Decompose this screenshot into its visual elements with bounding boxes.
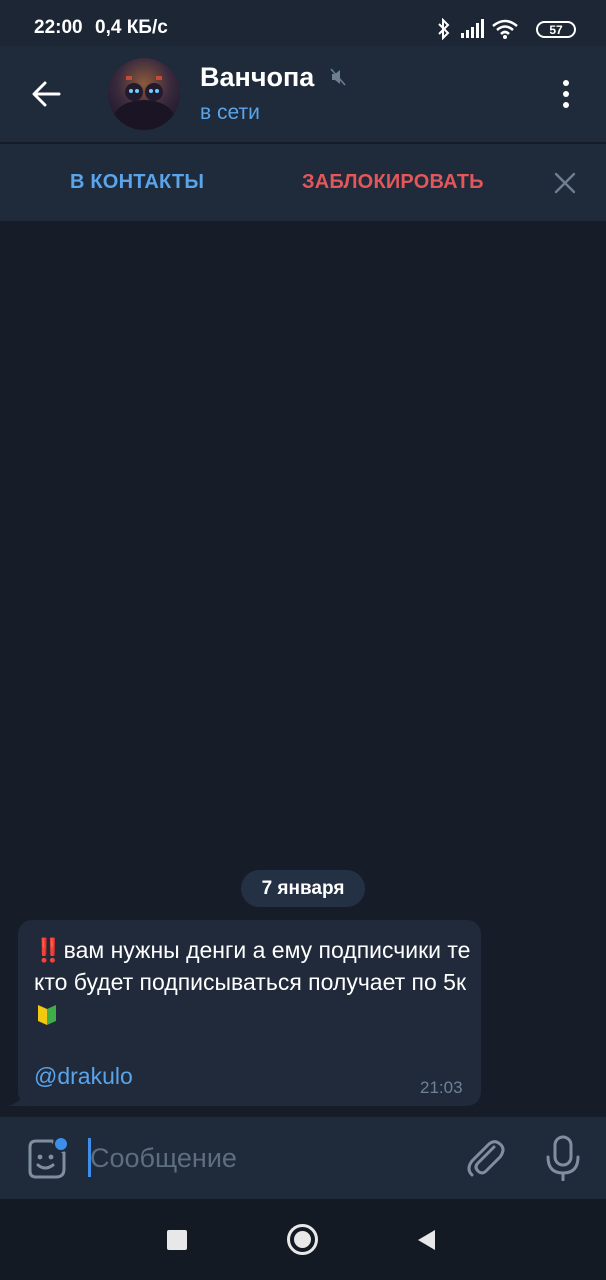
- home-icon[interactable]: [287, 1224, 318, 1255]
- more-menu-button[interactable]: [550, 74, 582, 114]
- online-status: в сети: [200, 101, 260, 124]
- chat-title[interactable]: Ванчопа: [200, 62, 314, 93]
- message-time: 21:03: [420, 1078, 463, 1097]
- mute-icon: [330, 68, 346, 86]
- contact-action-bar: В КОНТАКТЫ ЗАБЛОКИРОВАТЬ: [0, 143, 606, 221]
- text-cursor: [88, 1138, 91, 1177]
- avatar[interactable]: [108, 58, 180, 130]
- attach-icon[interactable]: [462, 1135, 508, 1181]
- status-time: 22:00: [34, 17, 83, 38]
- status-icons: 57: [436, 18, 576, 42]
- status-network-speed: 0,4 КБ/с: [95, 17, 168, 38]
- message-input[interactable]: [88, 1137, 438, 1179]
- add-to-contacts-button[interactable]: В КОНТАКТЫ: [70, 171, 204, 194]
- double-exclamation-emoji: ‼️: [34, 937, 63, 963]
- message-body: вам нужны денги а ему подписчики те кто …: [34, 937, 471, 995]
- more-vert-icon: [563, 80, 569, 86]
- close-icon[interactable]: [552, 170, 578, 196]
- bluetooth-icon: [438, 18, 450, 40]
- date-separator: 7 января: [241, 870, 365, 907]
- back-button[interactable]: [22, 72, 70, 116]
- system-nav-bar: [0, 1199, 606, 1280]
- message-mention-link[interactable]: @drakulo: [34, 1063, 133, 1090]
- back-icon[interactable]: [416, 1228, 436, 1252]
- mic-icon[interactable]: [542, 1135, 584, 1181]
- signal-icon: [461, 19, 484, 38]
- recents-icon[interactable]: [167, 1230, 187, 1250]
- back-arrow-icon: [32, 81, 61, 107]
- notification-dot: [53, 1136, 69, 1152]
- message-composer: [0, 1117, 606, 1199]
- beginner-badge-emoji: [36, 1002, 58, 1026]
- battery-icon: 57: [536, 21, 576, 38]
- wifi-icon: [492, 19, 518, 39]
- message-text: ‼️ вам нужны денги а ему подписчики те кт…: [34, 934, 474, 1030]
- avatar-image: [114, 76, 174, 130]
- chat-header: Ванчопа в сети: [0, 46, 606, 142]
- block-user-button[interactable]: ЗАБЛОКИРОВАТЬ: [302, 171, 484, 194]
